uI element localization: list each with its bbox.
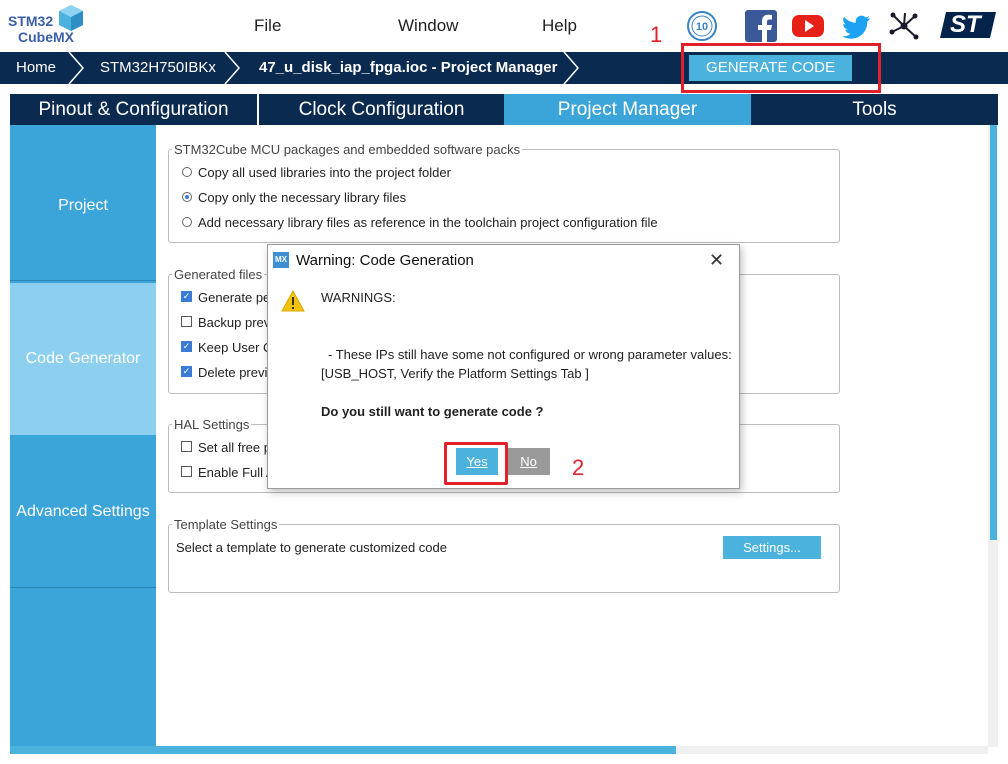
radio-copy-all[interactable]	[182, 167, 192, 177]
network-icon[interactable]	[888, 10, 920, 42]
option-keep-user-label: Keep User C	[198, 340, 273, 355]
dialog-question: Do you still want to generate code ?	[321, 404, 544, 419]
annotation-step-2: 2	[572, 455, 585, 480]
mx-app-icon: MX	[273, 252, 289, 268]
option-generate-label: Generate pe	[198, 290, 271, 305]
checkbox-generate-peripheral[interactable]: ✓	[181, 291, 192, 302]
facebook-icon[interactable]	[745, 10, 777, 42]
logo-line1: STM32	[8, 13, 54, 29]
warning-icon	[281, 290, 305, 312]
twitter-icon[interactable]	[840, 10, 872, 42]
option-set-free-pins-label: Set all free p	[198, 440, 271, 455]
stm32cubemx-logo: STM32 CubeMX	[6, 4, 86, 46]
sidebar-item-advanced-settings[interactable]: Advanced Settings	[10, 437, 156, 587]
option-delete-previous-label: Delete previ	[198, 365, 268, 380]
cube-icon	[59, 5, 83, 31]
tab-clock-configuration[interactable]: Clock Configuration	[259, 94, 504, 125]
no-button-label: No	[520, 454, 537, 469]
checkbox-delete-previous[interactable]: ✓	[181, 366, 192, 377]
menu-help[interactable]: Help	[542, 16, 577, 36]
template-settings-button[interactable]: Settings...	[723, 536, 821, 559]
dialog-message-line2: [USB_HOST, Verify the Platform Settings …	[321, 366, 589, 381]
option-copy-all-label: Copy all used libraries into the project…	[198, 165, 451, 180]
annotation-box-yes	[444, 442, 508, 485]
template-description: Select a template to generate customized…	[176, 540, 447, 555]
checkbox-enable-full-assert[interactable]	[181, 466, 192, 477]
dialog-title: Warning: Code Generation	[296, 252, 474, 269]
vertical-scrollbar-thumb[interactable]	[990, 125, 997, 540]
breadcrumb-mcu[interactable]: STM32H750IBKx	[100, 52, 216, 84]
chevron-right-icon	[68, 52, 84, 84]
breadcrumb-home[interactable]: Home	[16, 52, 56, 84]
sidebar-item-label: Project	[58, 197, 108, 214]
radio-add-reference[interactable]	[182, 217, 192, 227]
option-enable-full-assert-label: Enable Full A	[198, 465, 275, 480]
breadcrumb-project[interactable]: 47_u_disk_iap_fpga.ioc - Project Manager	[259, 52, 557, 84]
option-add-reference-label: Add necessary library files as reference…	[198, 215, 658, 230]
horizontal-scrollbar-thumb[interactable]	[10, 746, 676, 754]
close-icon[interactable]: ✕	[709, 250, 724, 271]
checkbox-backup[interactable]	[181, 316, 192, 327]
tab-tools[interactable]: Tools	[751, 94, 998, 125]
checkbox-set-free-pins[interactable]	[181, 441, 192, 452]
dialog-warnings-heading: WARNINGS:	[321, 290, 396, 305]
sidebar-divider	[10, 280, 156, 281]
option-copy-necessary-label: Copy only the necessary library files	[198, 190, 407, 205]
menu-file[interactable]: File	[254, 16, 281, 36]
annotation-step-1: 1	[650, 22, 663, 47]
anniversary-10-icon[interactable]: 10	[686, 10, 718, 42]
chevron-right-icon	[563, 52, 579, 84]
sidebar-item-project[interactable]: Project	[10, 125, 156, 280]
logo-line2: CubeMX	[18, 29, 74, 45]
radio-copy-necessary[interactable]	[182, 192, 192, 202]
st-logo-text: ST	[950, 11, 981, 38]
option-backup-label: Backup prev	[198, 315, 271, 330]
packs-group-title: STM32Cube MCU packages and embedded soft…	[172, 142, 523, 157]
no-button[interactable]: No	[507, 448, 550, 475]
youtube-icon[interactable]	[792, 10, 824, 42]
sidebar-item-label: Advanced Settings	[16, 503, 150, 520]
sidebar-item-code-generator[interactable]: Code Generator	[10, 283, 156, 435]
sidebar-divider	[10, 587, 156, 588]
tab-pinout-configuration[interactable]: Pinout & Configuration	[10, 94, 257, 125]
chevron-right-icon	[224, 52, 240, 84]
menu-window[interactable]: Window	[398, 16, 458, 36]
sidebar-item-label: Code Generator	[25, 350, 141, 367]
hal-settings-title: HAL Settings	[172, 417, 252, 432]
template-settings-title: Template Settings	[172, 517, 280, 532]
tab-project-manager[interactable]: Project Manager	[504, 94, 751, 125]
svg-text:10: 10	[696, 21, 708, 33]
annotation-box-generate	[681, 43, 881, 93]
checkbox-keep-user-code[interactable]: ✓	[181, 341, 192, 352]
st-logo-icon[interactable]: ST	[940, 8, 998, 42]
dialog-message-line1: - These IPs still have some not configur…	[328, 347, 732, 362]
generated-files-title: Generated files	[172, 267, 265, 282]
